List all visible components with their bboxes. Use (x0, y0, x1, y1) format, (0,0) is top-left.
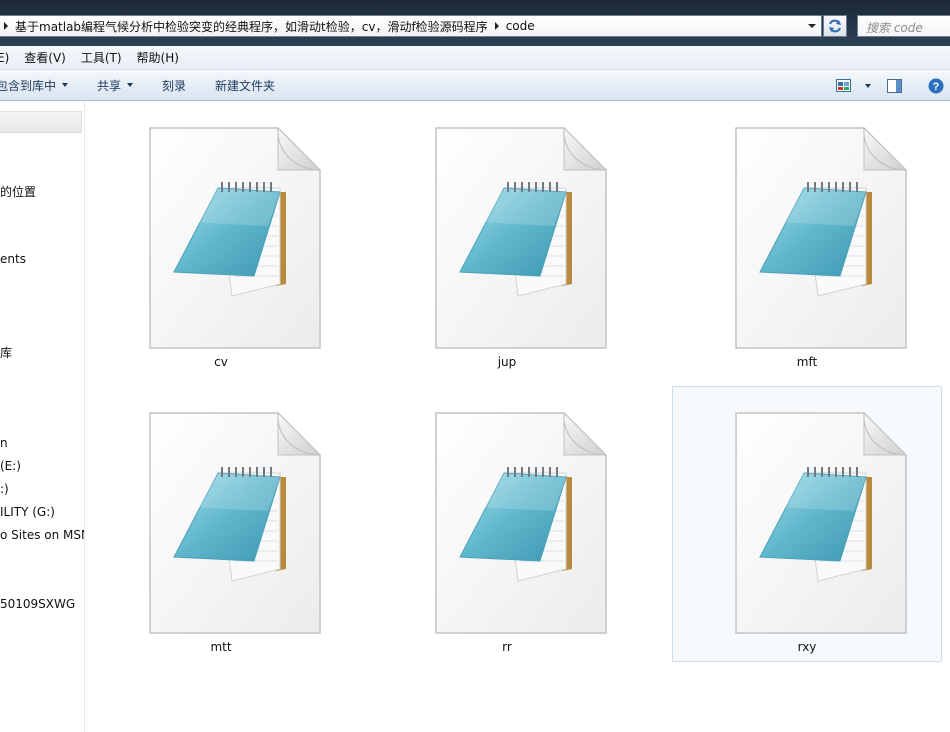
nav-pane-header (0, 111, 82, 133)
nav-item[interactable]: n (0, 436, 8, 450)
file-name-label: mtt (210, 640, 232, 654)
menu-edit-partial[interactable]: E) (0, 51, 9, 65)
text-document-icon (435, 411, 608, 634)
navigation-pane[interactable]: 的位置 ents 库 n (E:):) ILITY (G:) o Sites on MSN 5… (0, 101, 85, 732)
breadcrumb-separator-icon[interactable] (4, 22, 8, 30)
nav-item[interactable]: :) (0, 482, 9, 496)
breadcrumb-folder-current[interactable]: code (506, 19, 535, 33)
nav-item[interactable]: 库 (0, 344, 12, 361)
nav-item[interactable]: o Sites on MSN (0, 528, 84, 542)
text-document-icon (735, 126, 908, 349)
menu-tools[interactable]: 工具(T) (81, 49, 122, 66)
menu-help[interactable]: 帮助(H) (137, 49, 179, 66)
include-in-library-label: 包含到库中 (0, 78, 57, 93)
address-history-dropdown[interactable] (803, 16, 821, 36)
file-item[interactable]: cv (86, 101, 356, 377)
address-bar-row: 基于matlab编程气候分析中检验突变的经典程序，如滑动t检验，cv，滑动f检验… (0, 0, 950, 46)
file-item[interactable]: mtt (86, 386, 356, 662)
file-name-label: rr (502, 640, 512, 654)
search-input[interactable]: 搜索 code (857, 15, 950, 37)
breadcrumb-separator-icon[interactable] (494, 22, 499, 30)
view-options-icon (836, 79, 851, 92)
help-button[interactable]: ? (928, 78, 944, 94)
breadcrumb-folder-parent[interactable]: 基于matlab编程气候分析中检验突变的经典程序，如滑动t检验，cv，滑动f检验… (15, 18, 488, 35)
help-icon: ? (928, 78, 944, 93)
file-item[interactable]: mft (672, 101, 942, 377)
nav-item[interactable]: ILITY (G:) (0, 505, 55, 519)
file-name-label: mft (796, 355, 818, 369)
file-item[interactable]: jup (372, 101, 642, 377)
file-view[interactable]: cv jup mft mtt rr rxy (86, 101, 950, 732)
file-item[interactable]: rxy (672, 386, 942, 662)
chevron-down-icon (808, 24, 816, 28)
toolbar-right-group: ? (836, 70, 950, 101)
command-toolbar: 包含到库中 共享 刻录 新建文件夹 ? (0, 70, 950, 101)
share-label: 共享 (97, 78, 122, 93)
menu-view[interactable]: 查看(V) (24, 49, 66, 66)
preview-pane-button[interactable] (887, 78, 902, 93)
menu-bar: E) 查看(V) 工具(T) 帮助(H) (0, 46, 950, 70)
file-name-label: rxy (797, 640, 817, 654)
nav-item[interactable]: ents (0, 252, 26, 266)
include-in-library-button[interactable]: 包含到库中 (0, 77, 69, 94)
chevron-down-icon (127, 83, 134, 87)
file-name-label: jup (497, 355, 517, 369)
breadcrumb[interactable]: 基于matlab编程气候分析中检验突变的经典程序，如滑动t检验，cv，滑动f检验… (0, 15, 822, 37)
refresh-icon (829, 19, 841, 33)
nav-item[interactable]: 的位置 (0, 183, 36, 200)
chevron-down-icon (865, 83, 871, 88)
change-view-button[interactable] (836, 79, 871, 92)
text-document-icon (149, 126, 322, 349)
burn-button[interactable]: 刻录 (162, 77, 186, 94)
text-document-icon (149, 411, 322, 634)
file-name-label: cv (214, 355, 228, 369)
preview-pane-icon (887, 78, 902, 93)
file-item[interactable]: rr (372, 386, 642, 662)
new-folder-button[interactable]: 新建文件夹 (215, 77, 275, 94)
share-button[interactable]: 共享 (97, 77, 134, 94)
chevron-down-icon (62, 83, 69, 87)
svg-text:?: ? (933, 81, 940, 93)
refresh-button[interactable] (823, 15, 847, 37)
text-document-icon (435, 126, 608, 349)
text-document-icon (735, 411, 908, 634)
nav-item[interactable]: (E:) (0, 459, 21, 473)
nav-item[interactable]: 50109SXWG (0, 597, 75, 611)
